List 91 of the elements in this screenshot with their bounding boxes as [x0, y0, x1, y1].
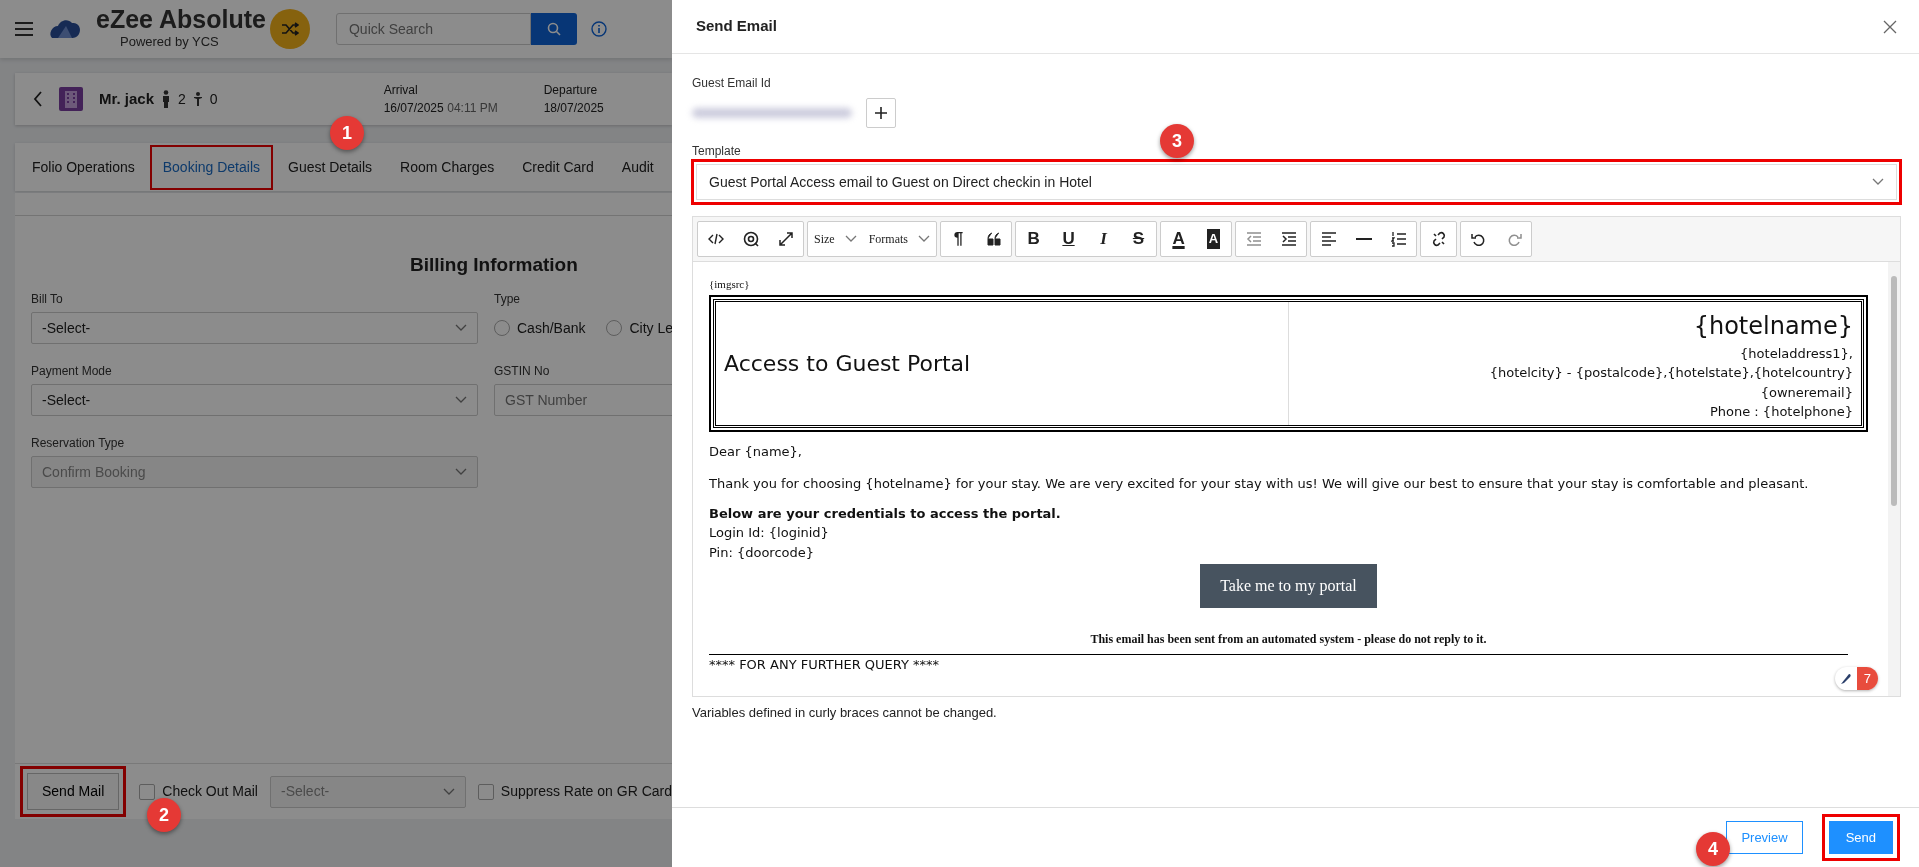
child-count: 0 — [209, 89, 218, 109]
indent-icon — [1280, 231, 1297, 247]
logo-title: eZee Absolute — [96, 6, 266, 32]
scrollbar-thumb[interactable] — [1891, 276, 1897, 506]
unlink-icon — [1430, 231, 1447, 247]
chevron-down-icon — [918, 235, 930, 243]
select-field[interactable]: -Select- — [31, 312, 478, 344]
query-text: **** FOR ANY FURTHER QUERY **** — [709, 656, 941, 674]
chevron-down-icon — [1872, 178, 1884, 186]
select-field: Confirm Booking — [31, 456, 478, 488]
search-icon — [546, 22, 561, 36]
date-value: 18/07/2025 — [543, 100, 604, 117]
greeting-text: Dear {name}, — [709, 442, 803, 461]
tab[interactable]: Audit — [608, 144, 667, 190]
time-value: 04:11 PM — [447, 100, 498, 117]
chevron-down-icon — [844, 235, 857, 243]
quote-icon — [985, 231, 1002, 247]
underline-button[interactable]: U — [1051, 222, 1086, 256]
numbered-list-icon — [1390, 231, 1407, 247]
plus-icon — [874, 106, 888, 120]
credential-text: Pin: {doorcode} — [709, 543, 816, 562]
back-icon[interactable] — [33, 91, 43, 107]
align-left-icon — [1320, 231, 1337, 247]
input-field[interactable]: GST Number — [494, 384, 672, 416]
select-field: -Select- — [269, 775, 466, 808]
field-label: Type — [494, 291, 521, 308]
placeholder-text: {imgsrc} — [709, 277, 751, 292]
disclaimer-text: This email has been sent from an automated system - please do not reply to it. — [1089, 631, 1488, 648]
hotel-info-text: {owneremail} — [1759, 383, 1853, 402]
field-label: Guest Email Id — [692, 75, 772, 92]
search-button[interactable] — [530, 13, 577, 45]
italic-button[interactable]: I — [1086, 222, 1121, 256]
preview-button[interactable]: Preview — [1726, 820, 1803, 855]
adult-icon — [161, 90, 172, 108]
hotel-info-text: {hotelname} — [1692, 310, 1853, 342]
field-label: Reservation Type — [31, 435, 126, 452]
shuffle-icon — [280, 22, 299, 36]
field-label: Bill To — [31, 291, 64, 308]
at-sign-icon — [742, 231, 759, 247]
undo-icon — [1470, 231, 1487, 247]
credentials-heading: Below are your credentials to access the portal. — [709, 504, 1062, 523]
building-icon — [59, 87, 83, 111]
hotel-info-text: {hotelcity} - {postalcode},{hotelstate},{hotelcountry} — [1488, 364, 1853, 382]
body-paragraph: Thank you for choosing {hotelname} for your stay. We are very excited for your stay with us! We will give our best to ensure that your stay is comfortable and pleasant. — [709, 475, 1810, 493]
expand-icon — [777, 231, 794, 247]
hint-text: Variables defined in curly braces cannot be changed. — [692, 704, 998, 722]
toolbar-dropdown[interactable]: Formats — [862, 222, 936, 256]
search-field[interactable]: Quick Search — [335, 13, 531, 45]
checkbox-option[interactable]: Suppress Rate on GR Card — [477, 781, 672, 802]
tab[interactable]: Booking Details — [149, 144, 273, 190]
child-icon — [192, 92, 203, 106]
credential-text: Login Id: {loginid} — [709, 524, 830, 542]
chevron-down-icon — [455, 396, 467, 404]
chevron-down-icon — [455, 324, 467, 332]
date-value: 16/07/2025 — [383, 100, 444, 117]
radio-option[interactable]: Cash/Bank — [494, 317, 586, 339]
adult-count: 2 — [178, 89, 186, 109]
strikethrough-button[interactable]: S — [1121, 222, 1156, 256]
tab[interactable]: Folio Operations — [19, 144, 148, 190]
chevron-down-icon — [455, 468, 467, 476]
code-icon — [707, 231, 724, 247]
hotel-info-text: Phone : {hotelphone} — [1708, 403, 1853, 421]
issue-counter[interactable]: 7 — [1834, 666, 1878, 690]
field-label: Template — [692, 143, 741, 160]
background-color-button[interactable]: A — [1196, 222, 1231, 256]
select-field[interactable]: -Select- — [31, 384, 478, 416]
date-label: Arrival — [383, 82, 419, 99]
date-label: Departure — [543, 82, 599, 99]
menu-icon[interactable] — [14, 21, 34, 37]
horizontal-rule-icon — [1355, 238, 1372, 240]
add-button[interactable] — [866, 98, 896, 128]
portal-button[interactable]: Take me to my portal — [1200, 564, 1377, 608]
info-icon[interactable] — [590, 21, 607, 37]
field-label: GSTIN No — [494, 363, 551, 380]
close-icon — [1883, 20, 1897, 35]
shuffle-button[interactable] — [269, 9, 310, 49]
hotel-info-text: {hoteladdress1}, — [1739, 344, 1853, 363]
guest-name: Mr. jack — [99, 88, 155, 109]
modal-title: Send Email — [696, 16, 777, 37]
section-title: Billing Information — [410, 253, 578, 277]
toolbar-dropdown[interactable]: Size — [808, 222, 863, 256]
toolbar-button[interactable]: B — [1016, 222, 1051, 256]
field-label: Payment Mode — [31, 363, 113, 380]
outdent-icon — [1245, 231, 1262, 247]
email-heading: Access to Guest Portal — [724, 349, 971, 378]
chevron-down-icon — [442, 787, 455, 796]
logo-subtitle: Powered by YCS — [120, 32, 220, 51]
tab[interactable]: Room Charges — [387, 144, 508, 190]
font-color-button[interactable]: A — [1161, 222, 1196, 256]
radio-option[interactable]: City Le — [606, 317, 672, 339]
tab[interactable]: Credit Card — [509, 144, 607, 190]
